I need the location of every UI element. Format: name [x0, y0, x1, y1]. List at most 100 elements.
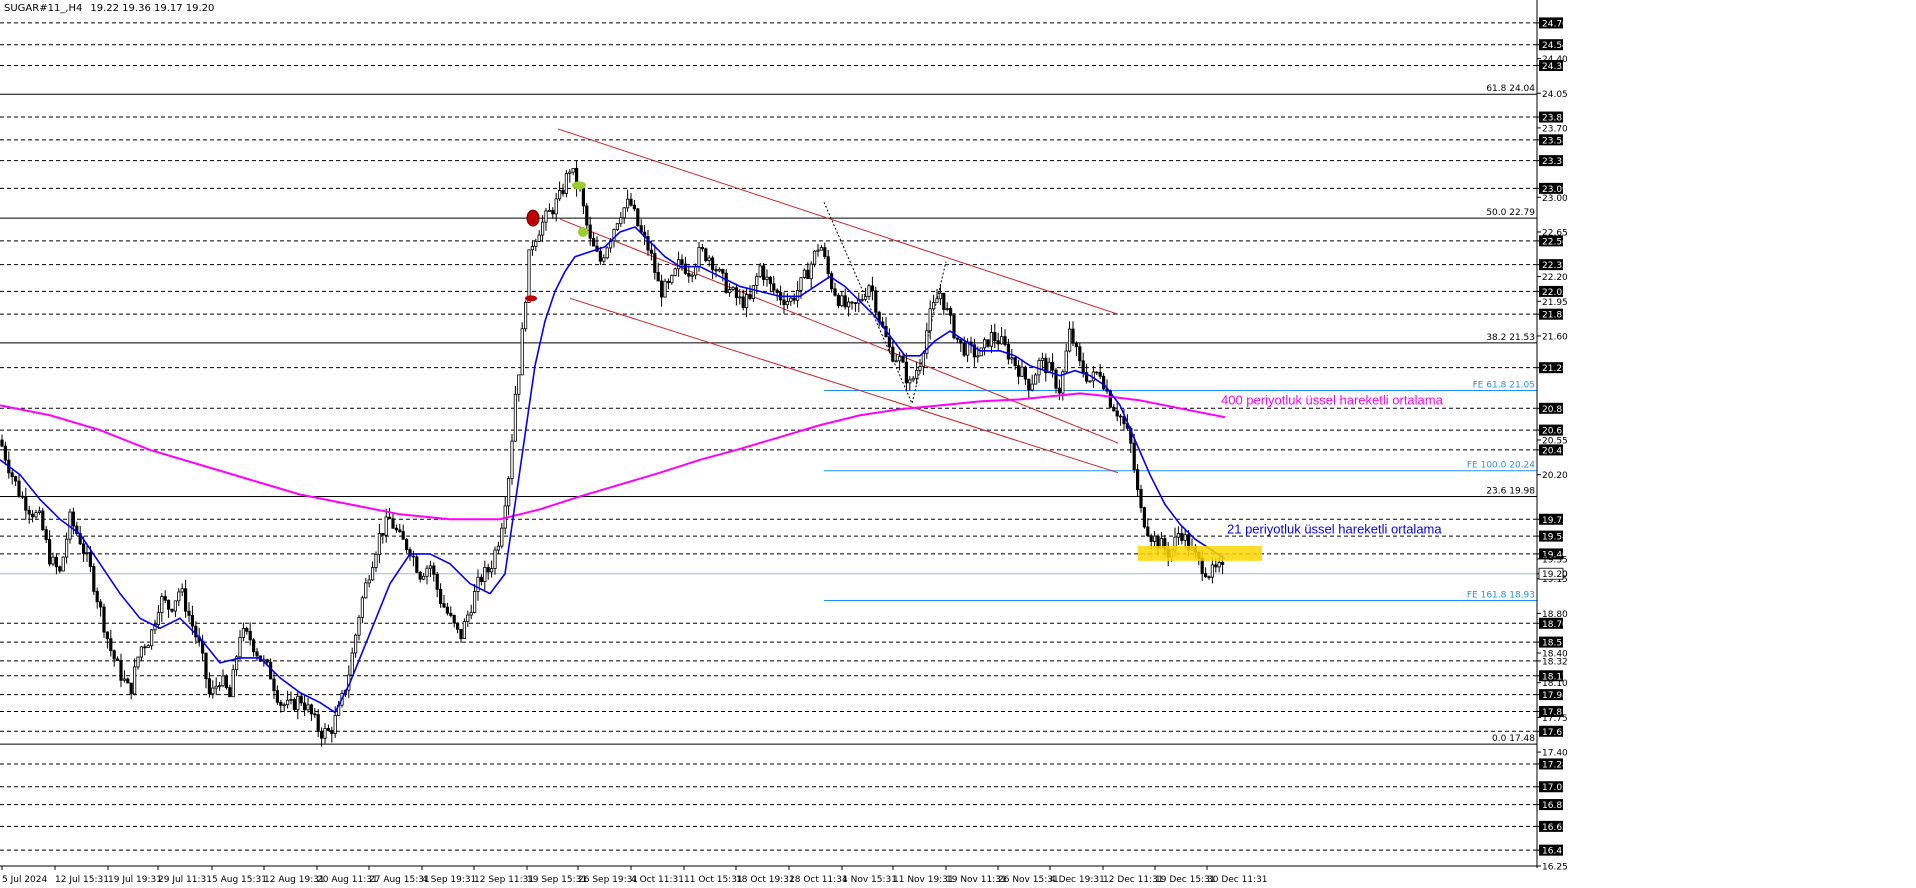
candle-body [864, 296, 868, 300]
candle-body [207, 678, 211, 695]
candle-body [891, 346, 895, 362]
candle-body [721, 269, 725, 274]
candle-body [132, 666, 137, 695]
candle-body [728, 289, 732, 293]
price-box-label: 24.76 [1542, 19, 1568, 29]
candle-body [99, 601, 103, 608]
candle-body [224, 675, 228, 689]
candle-body [238, 637, 242, 658]
candle-body [986, 339, 990, 347]
candle-body [248, 630, 252, 641]
price-chart[interactable]: 61.8 24.04 50.0 22.79 38.2 21.53 23.6 19.98… [0, 0, 1916, 888]
swing-marker [578, 226, 588, 237]
candle-body [10, 472, 14, 477]
candle-body [598, 250, 603, 262]
candle-body [20, 495, 25, 498]
candle-body [915, 369, 919, 379]
candle-body [483, 567, 487, 583]
candle-body [170, 608, 174, 612]
fib-retracement-label: 38.2 21.53 [1486, 333, 1535, 343]
candle-body [3, 445, 7, 461]
price-box-label: 20.87 [1542, 405, 1568, 415]
candle-body [745, 294, 749, 309]
candle-body [122, 678, 126, 681]
candle-body [568, 171, 572, 174]
candle-body [231, 669, 235, 698]
candle-body [823, 247, 827, 258]
candle-body [690, 274, 694, 277]
candle-body [1115, 410, 1119, 417]
candle-body [37, 510, 42, 513]
candle-body [156, 612, 160, 625]
price-tick-label: 22.20 [1542, 273, 1568, 283]
candle-body [1064, 350, 1068, 373]
candle-body [908, 379, 912, 384]
price-box-label: 20.45 [1542, 446, 1568, 456]
candle-body [694, 266, 698, 276]
candle-body [755, 276, 759, 286]
candle-body [602, 257, 606, 262]
candle-body [404, 538, 409, 551]
candle-body [129, 682, 133, 695]
candle-body [1221, 562, 1225, 565]
candle-body [452, 615, 456, 624]
candle-body [377, 533, 382, 555]
candle-body [581, 187, 586, 207]
candle-body [367, 579, 371, 584]
candle-body [255, 651, 259, 657]
candle-body [768, 276, 773, 285]
candle-body [394, 527, 399, 531]
candle-body [44, 529, 48, 540]
candle-body [187, 610, 191, 616]
candle-body [421, 575, 426, 580]
candle-body [489, 568, 494, 573]
price-box-label: 22.56 [1542, 237, 1568, 247]
candle-body [904, 361, 909, 384]
candle-body [289, 699, 293, 701]
chart-background [0, 0, 1916, 888]
time-tick-label: 5 Aug 15:31 [212, 875, 267, 885]
candle-body [1074, 342, 1078, 348]
candle-body [296, 695, 300, 711]
candle-body [0, 439, 4, 447]
candle-body [469, 612, 473, 616]
candle-body [333, 714, 337, 734]
candle-body [102, 606, 106, 633]
candle-body [54, 556, 59, 568]
candle-body [411, 555, 416, 558]
time-tick-label: 4 Dec 19:31 [1050, 875, 1105, 885]
candle-body [183, 588, 188, 612]
candle-body [707, 257, 711, 262]
candle-body [724, 272, 728, 293]
candle-body [741, 296, 745, 309]
time-tick-label: 29 Jul 11:31 [158, 875, 212, 885]
candle-body [1081, 360, 1085, 373]
price-box-label: 23.58 [1542, 136, 1568, 146]
chart-container[interactable]: 61.8 24.04 50.0 22.79 38.2 21.53 23.6 19.98… [0, 0, 1916, 888]
candle-body [870, 285, 875, 292]
candle-body [1000, 336, 1004, 345]
price-box-label: 20.65 [1542, 427, 1568, 437]
fib-retracement-label: 23.6 19.98 [1486, 486, 1535, 496]
candle-body [544, 210, 548, 223]
price-box-label: 19.75 [1542, 516, 1568, 526]
candle-body [558, 190, 562, 200]
candle-body [105, 631, 109, 640]
candle-body [860, 298, 864, 301]
price-tick-label: 17.40 [1542, 749, 1568, 759]
candle-body [251, 639, 256, 653]
candle-body [1102, 375, 1106, 390]
candle-body [48, 539, 52, 565]
candle-body [30, 513, 35, 518]
candle-body [364, 582, 368, 599]
candle-body [775, 289, 779, 293]
candle-body [809, 263, 813, 280]
candle-body [1176, 533, 1180, 538]
candle-body [299, 695, 303, 704]
candle-body [71, 511, 75, 527]
candle-body [541, 221, 545, 236]
candle-body [92, 566, 96, 592]
candle-body [214, 685, 218, 689]
candle-body [959, 338, 963, 344]
candle-body [524, 302, 528, 330]
